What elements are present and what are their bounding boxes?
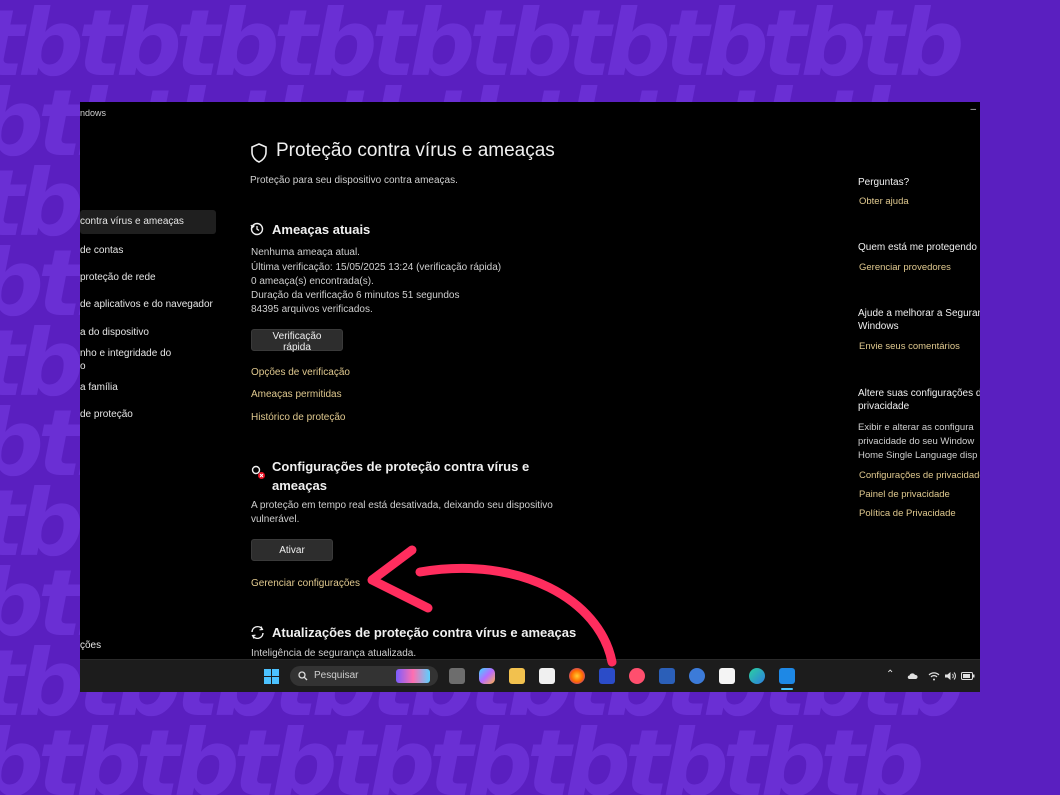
update-sync-icon	[251, 625, 264, 640]
get-help-link[interactable]: Obter ajuda	[859, 196, 909, 207]
screen: ndows – contra vírus e ameaças de contas…	[80, 102, 980, 692]
sidebar-item-label: proteção de rede	[80, 272, 156, 283]
settings-heading-line2: ameaças	[272, 478, 327, 493]
sidebar-item-label: a do dispositivo	[80, 327, 149, 338]
quick-scan-button[interactable]: Verificação rápida	[251, 329, 343, 353]
sidebar-item-settings[interactable]: ções	[80, 640, 101, 651]
manage-providers-link[interactable]: Gerenciar provedores	[859, 262, 951, 273]
search-placeholder: Pesquisar	[314, 670, 359, 681]
search-highlight-icon	[396, 669, 430, 683]
allowed-threats-link[interactable]: Ameaças permitidas	[251, 389, 342, 400]
sidebar-item-device-security[interactable]: a do dispositivo	[80, 327, 149, 338]
sidebar-item-apps-browser[interactable]: de aplicativos e do navegador	[80, 299, 213, 310]
edge-icon[interactable]	[749, 668, 765, 684]
sidebar-item-protection-history[interactable]: de proteção	[80, 409, 133, 420]
taskbar-search[interactable]: Pesquisar	[290, 666, 438, 686]
threats-line: Duração da verificação 6 minutos 51 segu…	[251, 290, 460, 301]
sidebar-item-label: de aplicativos e do navegador	[80, 299, 213, 310]
send-feedback-link[interactable]: Envie seus comentários	[859, 341, 960, 352]
threats-line: Última verificação: 15/05/2025 13:24 (ve…	[251, 262, 502, 273]
manage-settings-link[interactable]: Gerenciar configurações	[251, 578, 360, 589]
feedback-heading-line1: Ajude a melhorar a Seguran	[858, 308, 980, 319]
firefox-icon[interactable]	[569, 668, 585, 684]
privacy-text: privacidade do seu Window	[858, 436, 975, 447]
music-icon[interactable]	[629, 668, 645, 684]
copilot-icon[interactable]	[479, 668, 495, 684]
sidebar-item-label: de contas	[80, 245, 124, 256]
windows-security-icon[interactable]	[779, 668, 795, 684]
app-circle-icon[interactable]	[689, 668, 705, 684]
feedback-heading-line2: Windows	[858, 321, 899, 332]
page-title-wrap: Proteção contra vírus e ameaças	[250, 140, 555, 163]
cloud-icon[interactable]	[906, 672, 918, 680]
privacy-dashboard-link[interactable]: Painel de privacidade	[859, 489, 950, 500]
taskbar: Pesquisar ⌃	[80, 659, 980, 692]
page-title: Proteção contra vírus e ameaças	[276, 140, 555, 161]
sidebar-item-label: a família	[80, 382, 118, 393]
shield-icon	[251, 143, 267, 163]
windows-start-icon[interactable]	[264, 669, 279, 684]
scan-options-link[interactable]: Opções de verificação	[251, 367, 350, 378]
sidebar-item-virus-protection[interactable]: contra vírus e ameaças	[80, 210, 216, 234]
settings-warning-icon	[251, 465, 265, 479]
wifi-icon[interactable]	[928, 671, 940, 681]
sidebar-item-label: o	[80, 361, 86, 372]
sidebar-item-family[interactable]: a família	[80, 382, 118, 393]
active-app-indicator	[781, 688, 793, 690]
settings-heading-line1: Configurações de proteção contra vírus e	[272, 459, 530, 474]
threats-heading: Ameaças atuais	[272, 222, 371, 237]
privacy-settings-link[interactable]: Configurações de privacidade	[859, 470, 980, 481]
questions-heading: Perguntas?	[858, 177, 910, 188]
settings-description-cont: vulnerável.	[251, 514, 300, 525]
file-explorer-icon[interactable]	[509, 668, 525, 684]
battery-icon[interactable]	[961, 672, 975, 680]
privacy-heading-line2: privacidade	[858, 401, 910, 412]
updates-status: Inteligência de segurança atualizada.	[251, 648, 417, 659]
privacy-policy-link[interactable]: Política de Privacidade	[859, 508, 956, 519]
volume-icon[interactable]	[944, 671, 957, 681]
activate-button[interactable]: Ativar	[251, 539, 333, 561]
app-star-icon[interactable]	[599, 668, 615, 684]
task-view-icon[interactable]	[449, 668, 465, 684]
threats-line: 84395 arquivos verificados.	[251, 304, 373, 315]
sidebar: contra vírus e ameaças de contas proteçã…	[80, 102, 225, 662]
privacy-text: Home Single Language disp	[858, 450, 978, 461]
search-icon	[298, 671, 308, 681]
settings-description: A proteção em tempo real está desativada…	[251, 500, 553, 511]
sidebar-item-label: nho e integridade do	[80, 348, 172, 359]
minimize-button[interactable]: –	[970, 104, 976, 115]
sidebar-item-device-health-cont[interactable]: o	[80, 361, 86, 372]
threats-line: Nenhuma ameaça atual.	[251, 247, 360, 258]
sidebar-item-accounts[interactable]: de contas	[80, 245, 123, 256]
store-icon[interactable]	[539, 668, 555, 684]
sidebar-item-label: ções	[80, 640, 102, 651]
protection-history-link[interactable]: Histórico de proteção	[251, 412, 346, 423]
privacy-heading-line1: Altere suas configurações d	[858, 388, 980, 399]
app-red-icon[interactable]	[719, 668, 735, 684]
sidebar-item-network[interactable]: proteção de rede	[80, 272, 156, 283]
page-subtitle: Proteção para seu dispositivo contra ame…	[250, 175, 458, 186]
sidebar-item-label: de proteção	[80, 409, 133, 420]
threats-line: 0 ameaça(s) encontrada(s).	[251, 276, 374, 287]
word-icon[interactable]	[659, 668, 675, 684]
privacy-text: Exibir e alterar as configura	[858, 422, 974, 433]
tray-chevron-icon[interactable]: ⌃	[886, 669, 894, 680]
refresh-clock-icon	[250, 222, 264, 236]
updates-heading: Atualizações de proteção contra vírus e …	[272, 625, 577, 640]
sidebar-item-label: contra vírus e ameaças	[80, 216, 184, 227]
sidebar-item-device-health[interactable]: nho e integridade do	[80, 348, 171, 359]
protecting-heading: Quem está me protegendo	[858, 242, 977, 253]
